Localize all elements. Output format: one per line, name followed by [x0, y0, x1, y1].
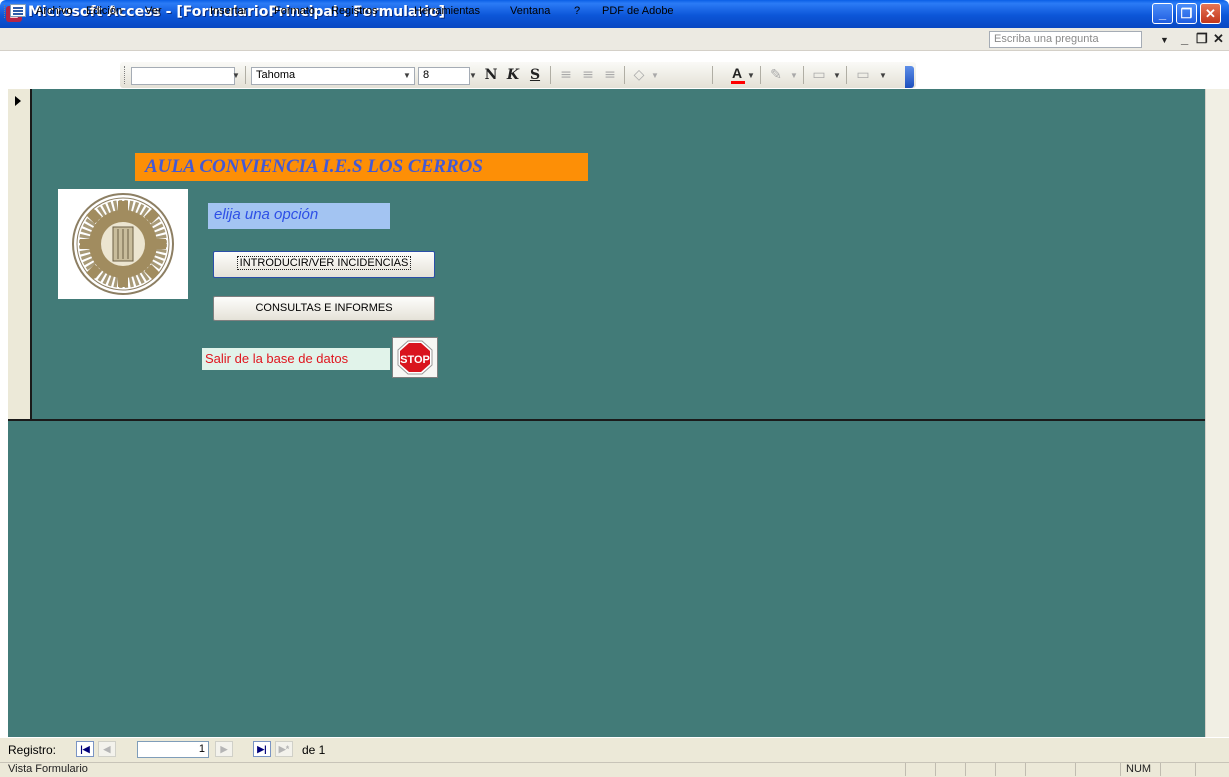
menu-help[interactable]: ? [574, 5, 580, 17]
menu-edicion[interactable]: Edición [86, 5, 122, 17]
restore-icon: ❐ [1180, 6, 1193, 21]
stop-exit-button[interactable]: STOP [392, 337, 438, 378]
current-record-input[interactable]: 1 [137, 741, 209, 758]
first-record-button[interactable]: |◀ [76, 741, 94, 757]
consultas-informes-button[interactable]: CONSULTAS E INFORMES [213, 296, 435, 321]
status-panel [1075, 763, 1120, 776]
menu-archivo[interactable]: Archivo [36, 5, 73, 17]
toolbar-separator [846, 66, 847, 84]
line-color-icon[interactable]: ✎ [765, 65, 787, 86]
toolbar-separator [803, 66, 804, 84]
menu-pdf-adobe[interactable]: PDF de Adobe [602, 5, 674, 17]
exit-database-label: Salir de la base de datos [202, 348, 390, 370]
font-name-combo[interactable]: Tahoma [251, 67, 415, 85]
close-icon: ✕ [1205, 6, 1216, 21]
num-lock-indicator: NUM [1126, 763, 1152, 775]
help-search-input[interactable]: Escriba una pregunta [989, 31, 1142, 48]
status-panel [935, 763, 965, 776]
bold-button[interactable]: N [480, 65, 502, 86]
toolbar-grip[interactable] [124, 66, 128, 84]
menu-ventana[interactable]: Ventana [510, 5, 550, 17]
font-color-dropdown-icon[interactable]: ▼ [744, 67, 758, 85]
font-color-swatch [731, 81, 745, 84]
align-right-icon[interactable]: ≡ [599, 65, 621, 86]
toolbar-separator [712, 66, 713, 84]
form-title-label: AULA CONVIENCIA I.E.S LOS CERROS [135, 153, 588, 181]
status-panel [1025, 763, 1075, 776]
align-center-icon[interactable]: ≡ [577, 65, 599, 86]
incidencias-button-label: INTRODUCIR/VER INCIDENCIAS [236, 256, 412, 270]
next-record-icon: ▶ [220, 744, 228, 754]
status-text: Vista Formulario [8, 763, 88, 775]
first-record-icon: |◀ [80, 744, 90, 754]
mdi-restore-icon[interactable]: ❐ [1196, 31, 1208, 47]
section-divider [8, 419, 1205, 421]
record-count-label: de 1 [302, 743, 326, 757]
font-size-combo[interactable]: 8 [418, 67, 470, 85]
previous-record-icon: ◀ [103, 744, 111, 754]
close-button[interactable]: ✕ [1200, 3, 1221, 24]
fill-color-dropdown-icon[interactable]: ▼ [648, 67, 662, 85]
stop-text: STOP [400, 354, 430, 366]
new-record-icon: ▶* [278, 744, 290, 754]
border-width-dropdown-icon[interactable]: ▼ [830, 67, 844, 85]
object-combo[interactable] [131, 67, 235, 85]
menu-formato[interactable]: Formato [274, 5, 315, 17]
last-record-button[interactable]: ▶| [253, 741, 271, 757]
school-seal-logo [58, 189, 188, 299]
previous-record-button[interactable]: ◀ [98, 741, 116, 757]
menu-ver[interactable]: Ver [145, 5, 162, 17]
toolbar-separator [550, 66, 551, 84]
minimize-button[interactable]: _ [1152, 3, 1173, 24]
stop-sign-icon: STOP [397, 340, 433, 375]
font-size-dropdown-icon[interactable]: ▼ [466, 67, 480, 85]
menu-herramientas[interactable]: Herramientas [414, 5, 480, 17]
italic-button[interactable]: K [502, 65, 524, 86]
menu-grip-handle[interactable] [4, 5, 8, 18]
form-detail-section [8, 89, 1205, 737]
incidencias-button[interactable]: INTRODUCIR/VER INCIDENCIAS [213, 251, 435, 278]
border-width-icon[interactable]: ▭ [808, 65, 830, 86]
minimize-icon: _ [1158, 6, 1167, 21]
record-selector[interactable] [8, 89, 32, 419]
font-name-dropdown-icon[interactable]: ▼ [400, 67, 414, 85]
underline-button[interactable]: S [524, 65, 546, 86]
menu-insertar[interactable]: Insertar [210, 5, 247, 17]
toolbar-separator [624, 66, 625, 84]
status-panel [1195, 763, 1229, 776]
status-panel [965, 763, 995, 776]
mdi-minimize-icon[interactable]: _ [1181, 31, 1188, 46]
special-effect-icon[interactable]: ▭ [852, 65, 874, 86]
new-record-button[interactable]: ▶* [275, 741, 293, 757]
record-label: Registro: [8, 743, 57, 757]
toolbar-separator [245, 66, 246, 84]
fill-color-icon[interactable]: ◇ [628, 65, 650, 86]
toolbar-separator [760, 66, 761, 84]
status-panel [1160, 763, 1195, 776]
restore-button[interactable]: ❐ [1176, 3, 1197, 24]
form-window-icon[interactable] [10, 4, 26, 17]
mdi-close-icon[interactable]: ✕ [1213, 31, 1224, 47]
menu-registros[interactable]: Registros [331, 5, 377, 17]
object-combo-dropdown-icon[interactable]: ▼ [229, 67, 243, 85]
align-left-icon[interactable]: ≡ [555, 65, 577, 86]
choose-option-label: elija una opción [208, 203, 390, 229]
status-panel [905, 763, 935, 776]
last-record-icon: ▶| [257, 744, 267, 754]
help-dropdown-icon[interactable]: ▼ [1160, 35, 1169, 45]
special-effect-dropdown-icon[interactable]: ▼ [876, 67, 890, 85]
vertical-scrollbar[interactable] [1205, 89, 1229, 737]
status-panel [995, 763, 1025, 776]
next-record-button[interactable]: ▶ [215, 741, 233, 757]
toolbar-options-button[interactable] [905, 66, 914, 88]
line-color-dropdown-icon[interactable]: ▼ [787, 67, 801, 85]
current-record-arrow-icon [15, 96, 21, 106]
